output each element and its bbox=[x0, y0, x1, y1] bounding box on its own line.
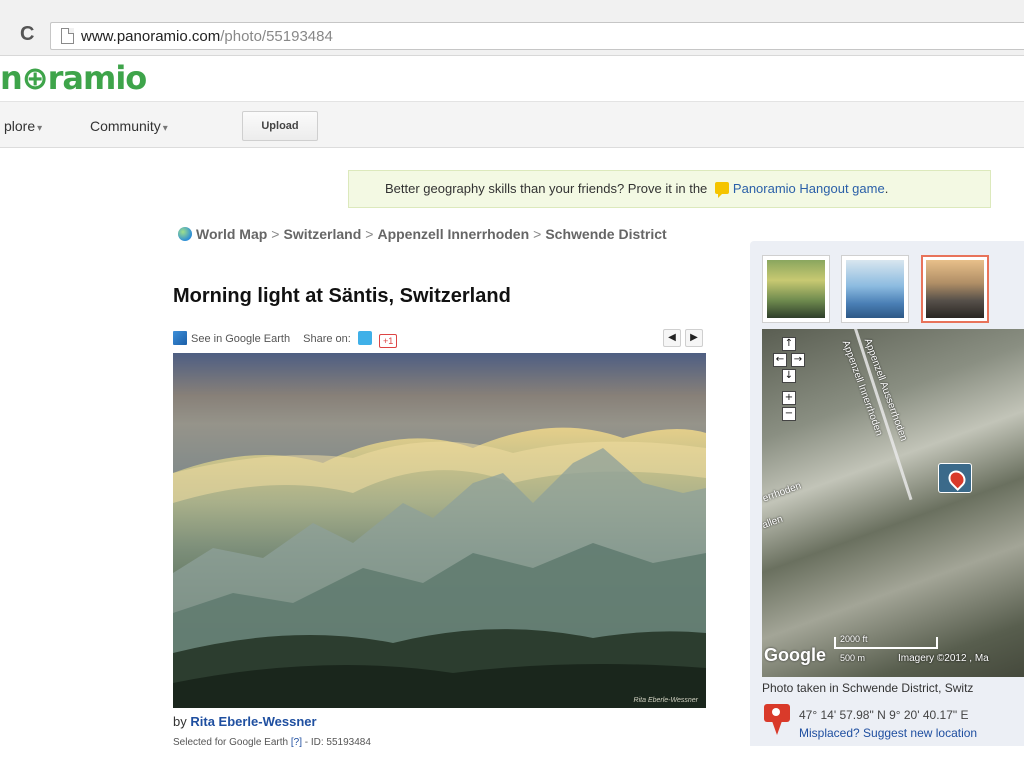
nav-community[interactable]: Community ▾ bbox=[90, 118, 168, 134]
suggest-location-link[interactable]: Misplaced? Suggest new location bbox=[799, 726, 977, 740]
chat-icon bbox=[714, 182, 729, 198]
breadcrumb-appenzell[interactable]: Appenzell Innerrhoden bbox=[377, 226, 529, 242]
camera-pin-icon bbox=[764, 704, 790, 736]
promo-text: Better geography skills than your friend… bbox=[385, 181, 708, 196]
photo-signature: Rita Eberle-Wessner bbox=[633, 697, 698, 704]
location-map[interactable]: ↑ ← → ↓ + − Appenzell Innerrhoden Appenz… bbox=[762, 329, 1024, 677]
logo-text: n⊕ramio bbox=[0, 59, 147, 97]
zoom-out-button[interactable]: − bbox=[782, 407, 796, 421]
promo-banner: Better geography skills than your friend… bbox=[348, 170, 991, 208]
site-logo[interactable]: n⊕ramio bbox=[0, 59, 147, 97]
nav-explore[interactable]: plore ▾ bbox=[4, 118, 42, 134]
pan-left-button[interactable]: ← bbox=[773, 353, 787, 367]
page-icon bbox=[61, 28, 74, 44]
previous-photo-button[interactable]: ◀ bbox=[663, 329, 681, 347]
breadcrumb-switzerland[interactable]: Switzerland bbox=[283, 226, 361, 242]
google-earth-icon[interactable] bbox=[173, 331, 187, 345]
twitter-icon[interactable] bbox=[357, 331, 372, 345]
help-link[interactable]: [?] bbox=[291, 737, 302, 748]
address-bar[interactable]: www.panoramio.com/photo/55193484 bbox=[50, 22, 1024, 50]
zoom-in-button[interactable]: + bbox=[782, 391, 796, 405]
breadcrumb: World Map > Switzerland > Appenzell Innerrho… bbox=[178, 226, 708, 242]
thumbnail-1[interactable] bbox=[762, 255, 830, 323]
google-logo[interactable]: Google bbox=[764, 645, 826, 666]
breadcrumb-separator: > bbox=[533, 226, 542, 242]
url-path: /photo/55193484 bbox=[220, 28, 333, 45]
photo-tools: See in Google Earth Share on: +1 bbox=[173, 331, 398, 349]
pan-up-button[interactable]: ↑ bbox=[782, 337, 796, 351]
photo-id: - ID: 55193484 bbox=[304, 737, 371, 748]
upload-button[interactable]: Upload bbox=[242, 111, 318, 141]
photo-location-marker[interactable] bbox=[938, 463, 972, 493]
map-road bbox=[854, 329, 913, 501]
mountain-scene bbox=[173, 353, 706, 708]
share-label: Share on: bbox=[303, 333, 351, 345]
main-nav: plore ▾ Community ▾ Upload bbox=[0, 101, 1024, 148]
see-in-google-earth-link[interactable]: See in Google Earth bbox=[191, 333, 290, 345]
thumbnail-3-selected[interactable] bbox=[921, 255, 989, 323]
breadcrumb-schwende[interactable]: Schwende District bbox=[545, 226, 666, 242]
pan-down-button[interactable]: ↓ bbox=[782, 369, 796, 383]
scale-meters: 500 m bbox=[840, 653, 866, 663]
imagery-credit: Imagery ©2012 , Ma bbox=[898, 653, 989, 664]
browser-toolbar: C www.panoramio.com/photo/55193484 bbox=[0, 0, 1024, 56]
nav-explore-label: plore bbox=[4, 118, 36, 134]
promo-end: . bbox=[884, 181, 889, 196]
selected-line: Selected for Google Earth [?] - ID: 5519… bbox=[173, 737, 371, 748]
coordinates: 47° 14' 57.98" N 9° 20' 40.17" E bbox=[799, 708, 969, 722]
pan-right-button[interactable]: → bbox=[791, 353, 805, 367]
map-label: errhoden bbox=[762, 480, 803, 505]
side-panel: ↑ ← → ↓ + − Appenzell Innerrhoden Appenz… bbox=[750, 241, 1024, 746]
thumbnail-image bbox=[767, 260, 825, 318]
breadcrumb-separator: > bbox=[365, 226, 374, 242]
photo-title: Morning light at Säntis, Switzerland bbox=[173, 285, 511, 307]
chevron-down-icon: ▾ bbox=[37, 123, 43, 134]
google-plus-button[interactable]: +1 bbox=[378, 334, 398, 348]
url-text[interactable]: www.panoramio.com/photo/55193484 bbox=[81, 28, 333, 46]
map-label: allen bbox=[762, 513, 785, 532]
photo-taken-in: Photo taken in Schwende District, Switz bbox=[762, 681, 974, 695]
chevron-down-icon: ▾ bbox=[162, 123, 168, 134]
author-line: by Rita Eberle-Wessner bbox=[173, 714, 317, 729]
main-photo[interactable]: Rita Eberle-Wessner bbox=[173, 353, 706, 708]
url-host: www.panoramio.com bbox=[81, 28, 221, 45]
breadcrumb-world-map[interactable]: World Map bbox=[196, 226, 267, 242]
next-photo-button[interactable]: ▶ bbox=[685, 329, 703, 347]
thumbnail-image bbox=[846, 260, 904, 318]
author-link[interactable]: Rita Eberle-Wessner bbox=[190, 714, 316, 729]
scale-feet: 2000 ft bbox=[840, 634, 868, 644]
thumbnail-image bbox=[926, 260, 984, 318]
nav-community-label: Community bbox=[90, 118, 161, 134]
author-prefix: by bbox=[173, 714, 187, 729]
breadcrumb-separator: > bbox=[271, 226, 280, 242]
globe-icon bbox=[178, 227, 192, 241]
reload-icon[interactable]: C bbox=[20, 24, 34, 44]
hangout-game-link[interactable]: Panoramio Hangout game bbox=[733, 181, 885, 196]
selected-text: Selected for Google Earth bbox=[173, 737, 289, 748]
thumbnail-2[interactable] bbox=[841, 255, 909, 323]
